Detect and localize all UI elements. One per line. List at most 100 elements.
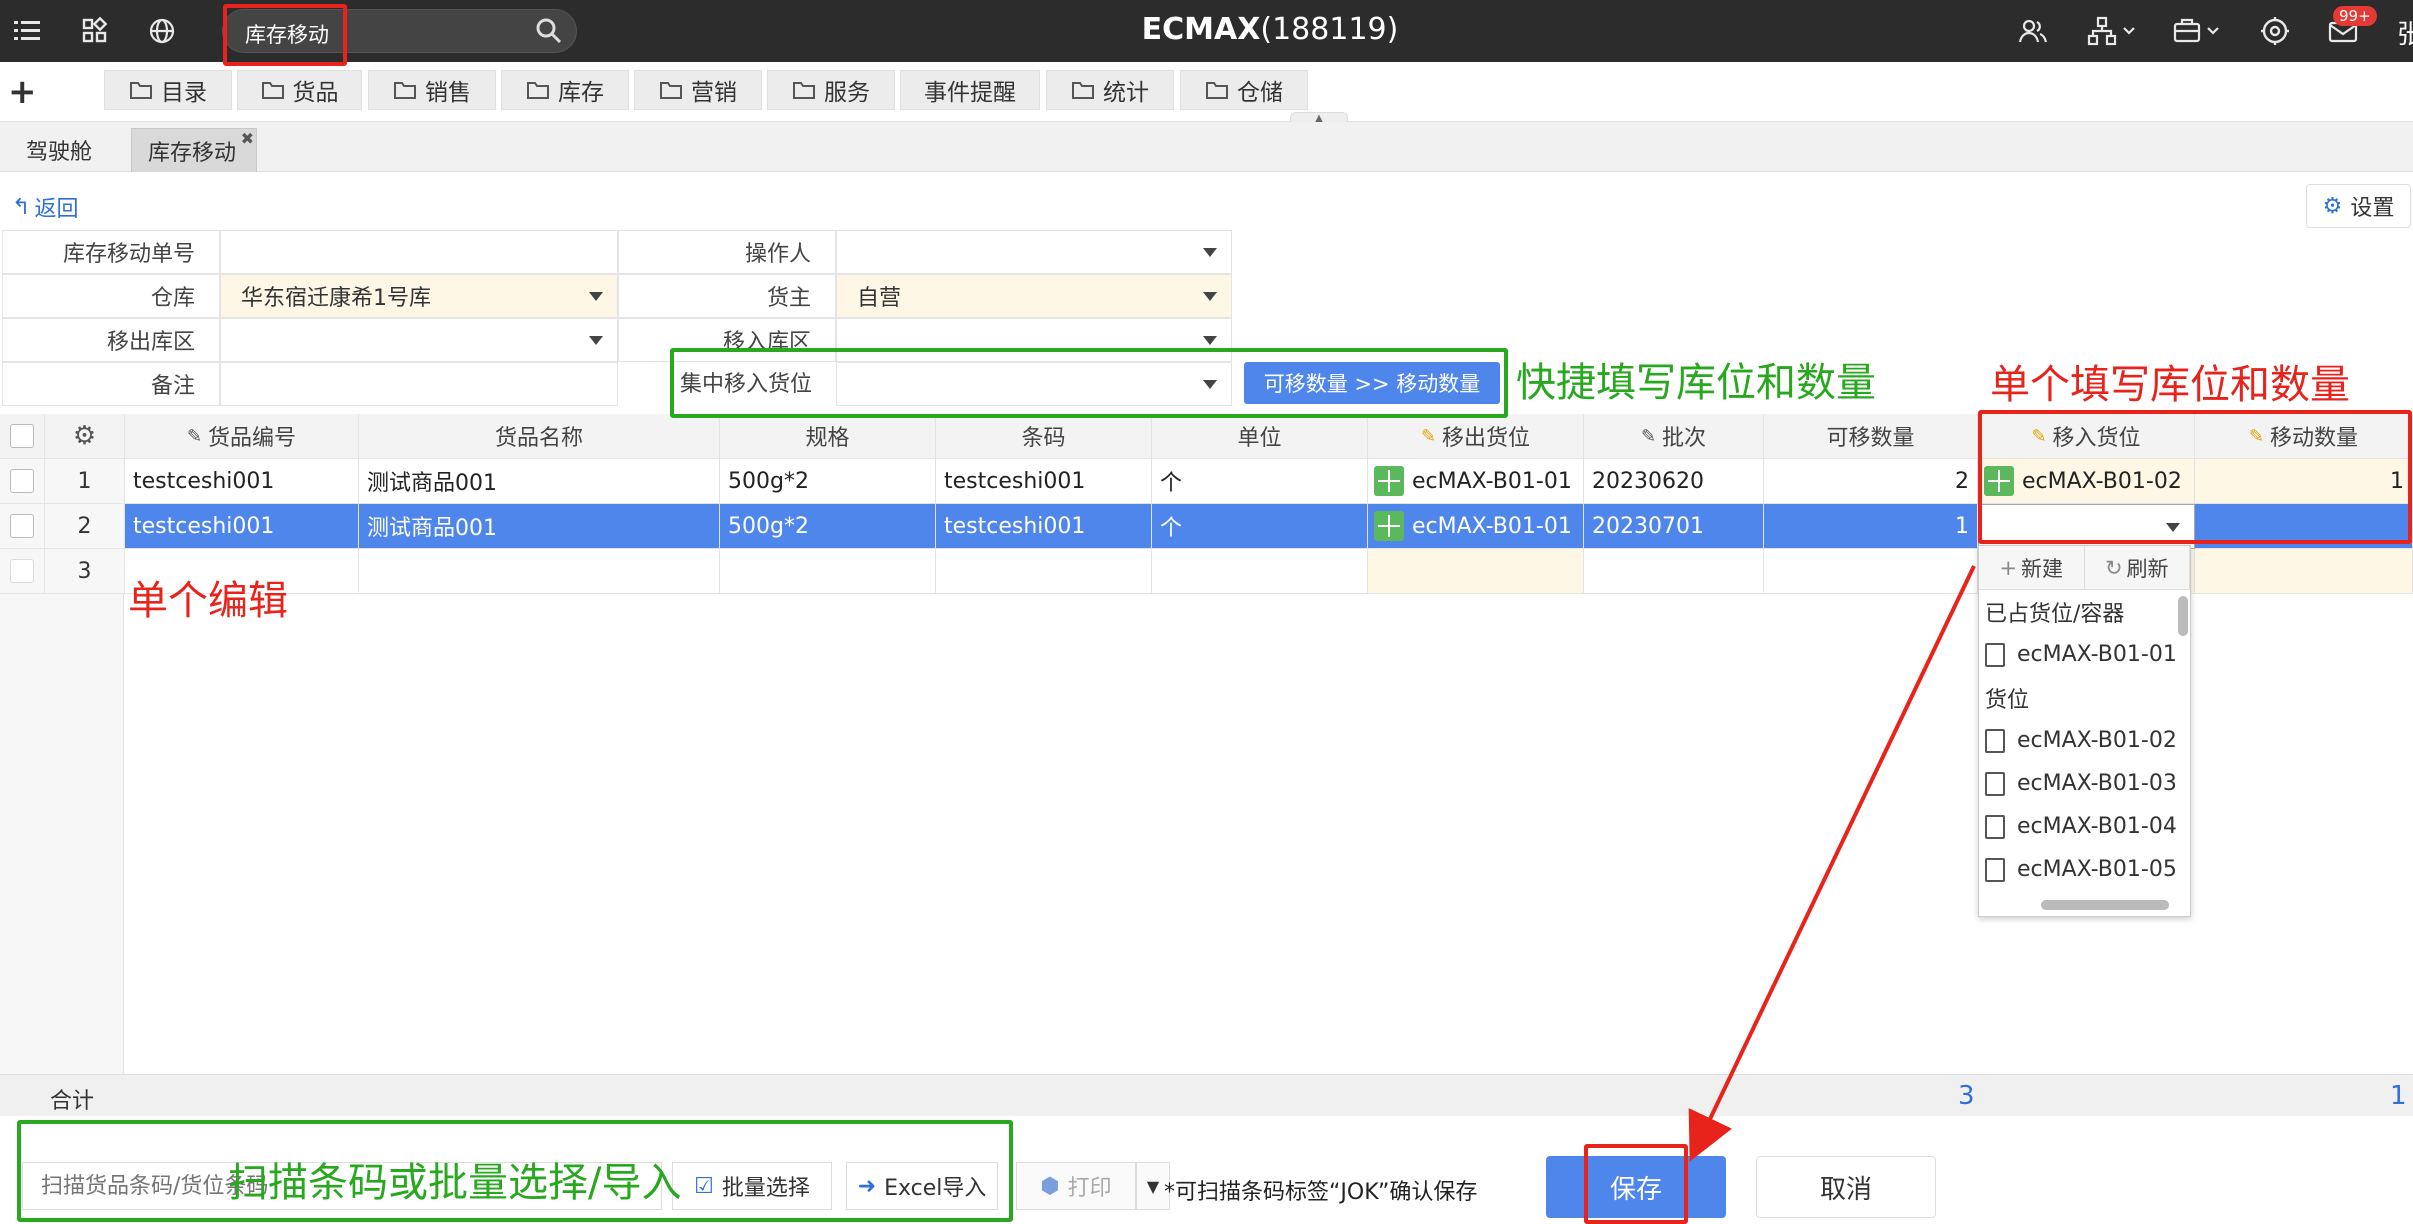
cell-goods-name[interactable]: 测试商品001 — [359, 459, 720, 504]
cell-barcode[interactable]: testceshi001 — [936, 459, 1152, 504]
row-select-cell — [0, 459, 45, 504]
cell-goods-code[interactable]: testceshi001 — [125, 459, 359, 504]
folder-icon — [660, 82, 682, 99]
document-icon — [1985, 771, 2005, 796]
pencil-icon: ✎ — [1640, 425, 1657, 447]
caret-down-icon — [589, 292, 603, 301]
caret-down-icon: ▼ — [1146, 1176, 1160, 1196]
org-tree-icon[interactable] — [2086, 14, 2142, 48]
location-option[interactable]: ecMAX-B01-01 — [1979, 633, 2190, 676]
menu-item-label: 营销 — [691, 80, 737, 106]
user-avatar[interactable]: 张 — [2397, 14, 2413, 51]
cell-unit[interactable]: 个 — [1152, 504, 1368, 549]
annotation-scan-or-batch: 扫描条码或批量选择/导入 — [228, 1160, 682, 1206]
row-select-cell — [0, 504, 45, 549]
print-button[interactable]: ⬢ 打印 — [1016, 1162, 1136, 1210]
menu-item-label: 统计 — [1103, 80, 1149, 106]
tab-cockpit[interactable]: 驾驶舱 — [10, 128, 108, 172]
row-checkbox[interactable] — [10, 469, 34, 493]
annotation-single-edit: 单个编辑 — [128, 578, 288, 624]
menu-item-goods[interactable]: 货品 — [237, 70, 362, 110]
cell-out-location[interactable]: ecMAX-B01-01 — [1368, 504, 1584, 549]
annotation-quick-fill: 快捷填写库位和数量 — [1516, 360, 1876, 406]
pencil-icon: ✎ — [186, 425, 203, 447]
warehouse-value: 华东宿迁康希1号库 — [241, 286, 431, 311]
location-option[interactable]: ecMAX-B01-05 — [1979, 848, 2190, 891]
tab-inventory-move[interactable]: 库存移动 ✖ — [131, 128, 257, 172]
row-checkbox[interactable] — [10, 514, 34, 538]
menu-item-event-reminder[interactable]: 事件提醒 — [900, 70, 1040, 110]
menu-item-service[interactable]: 服务 — [767, 70, 895, 110]
location-option[interactable]: ecMAX-B01-03 — [1979, 762, 2190, 805]
cell-batch[interactable]: 20230620 — [1584, 459, 1764, 504]
new-location-button[interactable]: + 新建 — [1979, 546, 2085, 589]
location-option[interactable]: ecMAX-B01-02 — [1979, 719, 2190, 762]
menu-item-label: 货品 — [292, 80, 339, 106]
cell-barcode[interactable]: testceshi001 — [936, 504, 1152, 549]
refresh-button[interactable]: ↻ 刷新 — [2085, 546, 2190, 589]
close-tab-icon[interactable]: ✖ — [241, 129, 254, 148]
back-link[interactable]: ↰ 返回 — [12, 191, 78, 223]
cell-unit[interactable] — [1152, 549, 1368, 594]
col-batch: ✎ 批次 — [1584, 414, 1764, 459]
remark-input[interactable] — [220, 362, 618, 406]
col-label: 规格 — [805, 426, 850, 451]
cell-batch[interactable]: 20230701 — [1584, 504, 1764, 549]
dropdown-horizontal-scrollbar[interactable] — [2041, 900, 2169, 910]
gear-icon[interactable]: ⚙ — [73, 421, 96, 451]
group-occupied-header: 已占货位/容器 — [1985, 601, 2125, 627]
module-menu-bar: + 目录 货品 销售 库存 营销 服务 事件提醒 统计 仓储 ▲ — [0, 62, 2413, 124]
cell-goods-name[interactable]: 测试商品001 — [359, 504, 720, 549]
row-checkbox[interactable] — [10, 559, 34, 583]
menu-item-statistics[interactable]: 统计 — [1046, 70, 1174, 110]
target-settings-icon[interactable] — [2258, 14, 2292, 48]
row-select-cell — [0, 549, 45, 594]
dropdown-toolbar: + 新建 ↻ 刷新 — [1979, 546, 2190, 590]
menu-item-label: 目录 — [161, 80, 207, 106]
dropdown-vertical-scrollbar[interactable] — [2178, 596, 2188, 636]
menu-item-warehouse[interactable]: 仓储 — [1180, 70, 1308, 110]
warehouse-select[interactable]: 华东宿迁康希1号库 — [220, 274, 618, 318]
annotation-box-search — [223, 4, 347, 66]
cell-out-location[interactable] — [1368, 549, 1584, 594]
cell-batch[interactable] — [1584, 549, 1764, 594]
menu-item-catalog[interactable]: 目录 — [104, 70, 232, 110]
cell-move-qty[interactable] — [2195, 549, 2413, 594]
out-area-select[interactable] — [220, 318, 618, 362]
cell-spec[interactable]: 500g*2 — [720, 504, 936, 549]
cell-out-location[interactable]: ecMAX-B01-01 — [1368, 459, 1584, 504]
group-locations-header: 货位 — [1985, 687, 2030, 713]
cell-unit[interactable]: 个 — [1152, 459, 1368, 504]
col-label: 可移数量 — [1826, 426, 1915, 451]
folder-icon — [394, 82, 416, 99]
select-all-checkbox[interactable] — [10, 424, 34, 448]
app-title: ECMAX(188119) — [0, 12, 2413, 47]
pencil-icon: ✎ — [1420, 425, 1437, 447]
cell-barcode[interactable] — [936, 549, 1152, 594]
available-total: 3 — [1958, 1081, 1975, 1111]
location-option[interactable]: ecMAX-B01-04 — [1979, 805, 2190, 848]
cancel-button[interactable]: 取消 — [1756, 1156, 1936, 1218]
owner-select[interactable]: 自营 — [836, 274, 1232, 318]
cell-spec[interactable]: 500g*2 — [720, 459, 936, 504]
caret-down-icon — [589, 336, 603, 345]
menu-item-label: 库存 — [558, 80, 604, 106]
option-label: ecMAX-B01-01 — [2017, 642, 2177, 667]
back-label: 返回 — [34, 197, 79, 222]
move-no-field[interactable] — [220, 230, 618, 274]
menu-item-sales[interactable]: 销售 — [368, 70, 496, 110]
menu-item-inventory[interactable]: 库存 — [501, 70, 629, 110]
cell-spec[interactable] — [720, 549, 936, 594]
move-no-label: 库存移动单号 — [2, 230, 220, 274]
cell-available-qty — [1764, 549, 1978, 594]
cell-goods-code[interactable]: testceshi001 — [125, 504, 359, 549]
col-barcode: 条码 — [936, 414, 1152, 459]
col-label: 移出货位 — [1442, 426, 1531, 451]
operator-select[interactable] — [836, 230, 1232, 274]
users-icon[interactable] — [2016, 14, 2050, 48]
settings-button[interactable]: ⚙ 设置 — [2306, 184, 2411, 228]
menu-item-marketing[interactable]: 营销 — [634, 70, 762, 110]
add-icon[interactable]: + — [8, 72, 37, 112]
toolbox-icon[interactable] — [2172, 14, 2228, 48]
cell-goods-name[interactable] — [359, 549, 720, 594]
